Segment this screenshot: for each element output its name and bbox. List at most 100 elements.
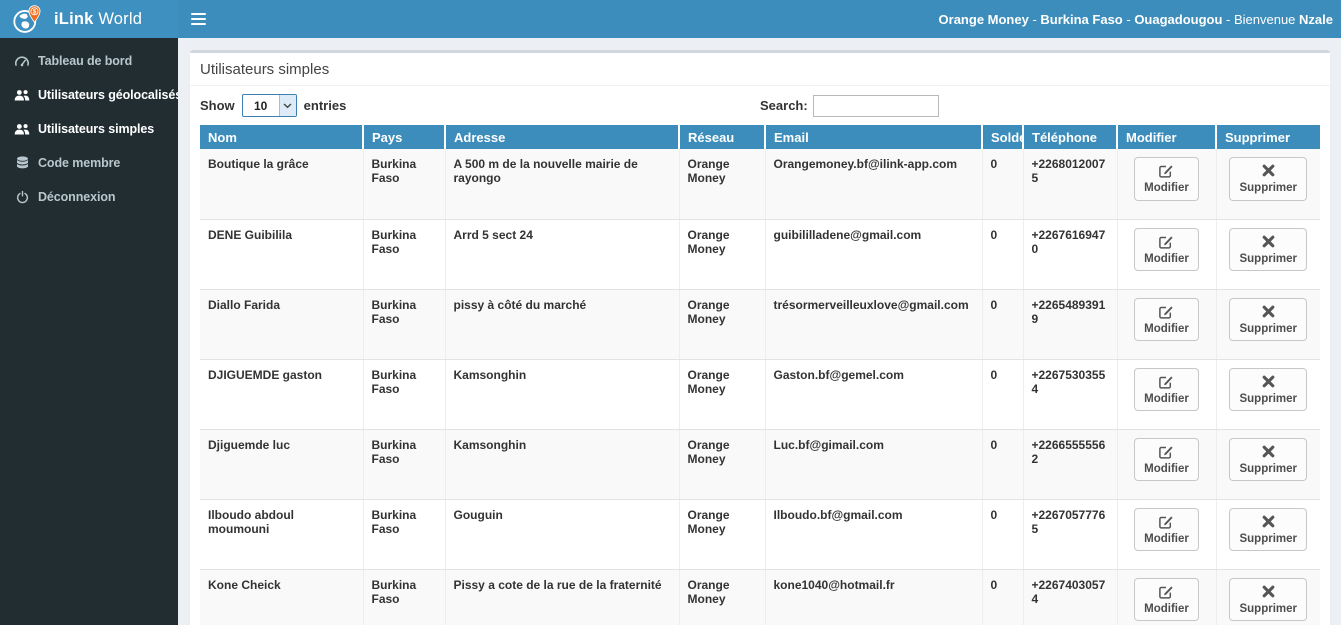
sidebar-item-deconnexion[interactable]: Déconnexion	[0, 180, 178, 214]
cell-telephone: +22675303554	[1023, 359, 1118, 430]
cell-adresse: Kamsonghin	[445, 429, 680, 500]
cell-solde: 0	[982, 569, 1024, 625]
supprimer-button[interactable]: Supprimer	[1229, 577, 1307, 622]
topbar-context-segment: -	[1122, 11, 1135, 27]
cell-email: Gaston.bf@gemel.com	[765, 359, 983, 430]
database-icon	[14, 156, 30, 170]
cell-pays: Burkina Faso	[363, 429, 446, 500]
topbar-context-segment: Orange Money	[938, 11, 1029, 27]
x-icon	[1239, 234, 1297, 251]
cell-adresse: A 500 m de la nouvelle mairie de rayongo	[445, 149, 680, 220]
cell-telephone: +22680120075	[1023, 149, 1118, 220]
column-header-solde[interactable]: Solde	[982, 125, 1024, 149]
modifier-button[interactable]: Modifier	[1134, 437, 1199, 482]
cell-solde: 0	[982, 149, 1024, 220]
cell-adresse: pissy à côté du marché	[445, 289, 680, 360]
modifier-button[interactable]: Modifier	[1134, 157, 1199, 201]
cell-telephone: +22670577765	[1023, 499, 1118, 570]
show-label: Show	[200, 98, 235, 113]
supprimer-button[interactable]: Supprimer	[1229, 157, 1307, 201]
cell-telephone: +22676169470	[1023, 219, 1118, 290]
column-header-nom[interactable]: Nom	[200, 125, 364, 149]
edit-icon	[1144, 163, 1189, 180]
dashboard-icon	[14, 54, 30, 68]
cell-adresse: Pissy a cote de la rue de la fraternité	[445, 569, 680, 625]
button-label: Modifier	[1144, 532, 1189, 545]
modifier-button[interactable]: Modifier	[1134, 507, 1199, 552]
table-row: Boutique la grâce Burkina Faso A 500 m de …	[200, 149, 1320, 220]
cell-modifier: Modifier	[1117, 499, 1217, 570]
cell-nom: Diallo Farida	[200, 289, 364, 360]
search-input[interactable]	[812, 94, 939, 117]
cell-reseau: Orange Money	[679, 219, 766, 290]
cell-modifier: Modifier	[1117, 359, 1217, 430]
x-icon	[1239, 444, 1297, 461]
button-label: Supprimer	[1239, 392, 1297, 405]
modifier-button[interactable]: Modifier	[1134, 367, 1199, 412]
cell-nom: DJIGUEMDE gaston	[200, 359, 364, 430]
entries-select-value: 10	[253, 98, 268, 113]
button-label: Supprimer	[1239, 462, 1297, 475]
cell-email: Ilboudo.bf@gmail.com	[765, 499, 983, 570]
hamburger-icon[interactable]	[191, 13, 206, 25]
search-label: Search:	[760, 98, 808, 113]
column-header-supprimer[interactable]: Supprimer	[1216, 125, 1320, 149]
users-table: Nom Pays Adresse Réseau Email Solde Télé…	[200, 125, 1320, 625]
button-label: Modifier	[1144, 462, 1189, 475]
button-label: Supprimer	[1239, 322, 1297, 335]
users-panel: Utilisateurs simples Show 10 entries Sea…	[190, 50, 1330, 625]
power-icon	[14, 190, 30, 204]
sidebar-item-utilisateurs-simples[interactable]: Utilisateurs simples	[0, 112, 178, 146]
modifier-button[interactable]: Modifier	[1134, 227, 1199, 272]
column-header-modifier[interactable]: Modifier	[1117, 125, 1217, 149]
table-controls: Show 10 entries Search:	[200, 94, 1320, 117]
topbar-context-text: Orange Money - Burkina Faso - Ouagadougo…	[939, 12, 1333, 27]
cell-pays: Burkina Faso	[363, 569, 446, 625]
cell-supprimer: Supprimer	[1216, 149, 1320, 220]
cell-solde: 0	[982, 429, 1024, 500]
cell-supprimer: Supprimer	[1216, 359, 1320, 430]
svg-text:$: $	[33, 8, 37, 15]
cell-email: Orangemoney.bf@ilink-app.com	[765, 149, 983, 220]
sidebar-item-utilisateurs-geolocalises[interactable]: Utilisateurs géolocalisés	[0, 78, 182, 112]
app-title: iLink World	[54, 9, 143, 28]
cell-supprimer: Supprimer	[1216, 569, 1320, 625]
cell-solde: 0	[982, 289, 1024, 360]
cell-email: guibililladene@gmail.com	[765, 219, 983, 290]
sidebar-item-code-membre[interactable]: Code membre	[0, 146, 178, 180]
cell-modifier: Modifier	[1117, 149, 1217, 220]
sidebar-item-label: Code membre	[38, 156, 121, 170]
column-header-pays[interactable]: Pays	[363, 125, 446, 149]
column-header-telephone[interactable]: Téléphone	[1023, 125, 1118, 149]
cell-adresse: Arrd 5 sect 24	[445, 219, 680, 290]
supprimer-button[interactable]: Supprimer	[1229, 437, 1307, 482]
cell-telephone: +22674030574	[1023, 569, 1118, 625]
topbar-context-segment: - Bienvenue	[1222, 11, 1300, 27]
table-row: Djiguemde luc Burkina Faso Kamsonghin Orang…	[200, 429, 1320, 500]
content-area: Utilisateurs simples Show 10 entries Sea…	[178, 38, 1341, 625]
cell-pays: Burkina Faso	[363, 499, 446, 570]
column-header-reseau[interactable]: Réseau	[679, 125, 766, 149]
supprimer-button[interactable]: Supprimer	[1229, 367, 1307, 412]
sidebar-item-tableau-de-bord[interactable]: Tableau de bord	[0, 44, 178, 78]
cell-telephone: +22665555562	[1023, 429, 1118, 500]
table-row: DJIGUEMDE gaston Burkina Faso Kamsonghin Or…	[200, 359, 1320, 430]
supprimer-button[interactable]: Supprimer	[1229, 507, 1307, 552]
chevron-down-icon	[278, 95, 296, 116]
entries-select[interactable]: 10	[241, 94, 297, 117]
button-label: Modifier	[1144, 392, 1189, 405]
cell-modifier: Modifier	[1117, 289, 1217, 360]
supprimer-button[interactable]: Supprimer	[1229, 297, 1307, 342]
supprimer-button[interactable]: Supprimer	[1229, 227, 1307, 272]
topbar-context-segment: Burkina Faso	[1040, 11, 1123, 27]
column-header-adresse[interactable]: Adresse	[445, 125, 680, 149]
cell-supprimer: Supprimer	[1216, 219, 1320, 290]
page-title: Utilisateurs simples	[200, 61, 330, 78]
modifier-button[interactable]: Modifier	[1134, 297, 1199, 342]
table-row: Kone Cheick Burkina Faso Pissy a cote de l…	[200, 569, 1320, 625]
modifier-button[interactable]: Modifier	[1134, 577, 1199, 622]
edit-icon	[1144, 444, 1189, 461]
app-logo[interactable]: $ iLink World	[0, 0, 178, 38]
column-header-email[interactable]: Email	[765, 125, 983, 149]
cell-pays: Burkina Faso	[363, 359, 446, 430]
